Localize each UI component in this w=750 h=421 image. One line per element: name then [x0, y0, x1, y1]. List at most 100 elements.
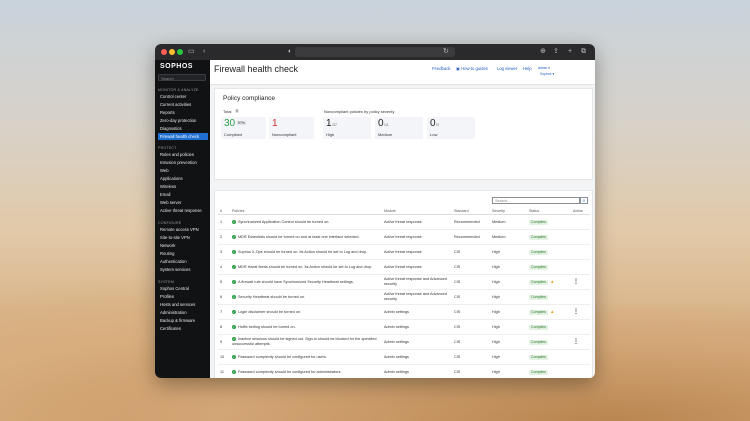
row-policy: ✓ Synchronized Application Control should… — [230, 214, 382, 230]
sidebar-heading-monitor: Monitor & Analyze — [158, 88, 199, 92]
sidebar-item-email[interactable]: Email — [158, 191, 208, 198]
sidebar: SOPHOS Search Monitor & Analyze Control … — [155, 60, 210, 378]
sidebar-toggle-icon[interactable]: ▭ — [188, 47, 195, 57]
row-standard: CIS — [452, 304, 490, 320]
row-policy: ✓ MDR threat feeds should be turned on. I… — [230, 259, 382, 275]
sidebar-heading-configure: Configure — [158, 221, 182, 225]
sidebar-item-sophos-central[interactable]: Sophos Central — [158, 285, 208, 292]
sidebar-item-rules-and-policies[interactable]: Rules and policies — [158, 151, 208, 158]
status-badge: Complies — [529, 279, 548, 285]
policy-text[interactable]: Synchronized Application Control should … — [238, 220, 329, 224]
col-header-status[interactable]: Status — [527, 207, 571, 215]
row-number: 7 — [218, 304, 230, 320]
sidebar-item-remote-access-vpn[interactable]: Remote access VPN — [158, 226, 208, 233]
sidebar-item-firewall-health-check[interactable]: Firewall health check — [158, 133, 208, 140]
row-module: Active threat response and Advanced secu… — [382, 289, 452, 305]
sidebar-item-wireless[interactable]: Wireless — [158, 183, 208, 190]
col-header-severity[interactable]: Severity — [490, 207, 527, 215]
row-status: Complies — [527, 229, 571, 245]
policy-text[interactable]: MDR Essentials should be turned on and a… — [238, 235, 360, 239]
reload-icon[interactable]: ↻ — [443, 47, 449, 57]
status-badge: Complies — [529, 219, 548, 225]
policy-text[interactable]: A firewall rule should have Synchronized… — [238, 280, 354, 284]
row-module: Active threat response and Advanced secu… — [382, 274, 452, 290]
help-link[interactable]: Help — [523, 66, 532, 71]
sidebar-item-current-activities[interactable]: Current activities — [158, 101, 208, 108]
table-row: 9 ✓ Inactive sessions should be signed out… — [218, 334, 590, 350]
sidebar-item-control-center[interactable]: Control center — [158, 93, 208, 100]
row-severity: High — [490, 364, 527, 378]
sidebar-item-administration[interactable]: Administration — [158, 309, 208, 316]
row-module: Active threat response — [382, 229, 452, 245]
sidebar-item-certificates[interactable]: Certificates — [158, 325, 208, 332]
browser-titlebar: ▭ ‹ ◐ ↻ ⊕ ⇪ + ⧉ — [155, 44, 595, 60]
sidebar-item-profiles[interactable]: Profiles — [158, 293, 208, 300]
col-header-policies[interactable]: Policies — [230, 207, 382, 215]
sidebar-item-network[interactable]: Network — [158, 242, 208, 249]
sidebar-item-intrusion-prevention[interactable]: Intrusion prevention — [158, 159, 208, 166]
check-icon: ✓ — [232, 264, 236, 269]
col-header-module[interactable]: Module — [382, 207, 452, 215]
row-number: 6 — [218, 289, 230, 305]
row-severity: High — [490, 259, 527, 275]
sidebar-item-system-services[interactable]: System services — [158, 266, 208, 273]
more-options-icon[interactable]: ⋮ — [573, 279, 579, 285]
sidebar-item-diagnostics[interactable]: Diagnostics — [158, 125, 208, 132]
tabs-overview-icon[interactable]: ⧉ — [581, 47, 586, 57]
row-status: Complies — [527, 364, 571, 378]
download-icon[interactable]: ⊕ — [540, 47, 546, 57]
search-icon[interactable]: ⌕ — [580, 197, 588, 204]
sidebar-item-backup-firmware[interactable]: Backup & firmware — [158, 317, 208, 324]
log-viewer-link[interactable]: Log viewer — [497, 66, 517, 71]
sidebar-item-reports[interactable]: Reports — [158, 109, 208, 116]
shield-icon[interactable]: ◐ — [288, 47, 292, 57]
sidebar-item-routing[interactable]: Routing — [158, 250, 208, 257]
policy-text[interactable]: Inactive sessions should be signed out. … — [232, 337, 376, 346]
admin-menu[interactable]: admin ▾ — [538, 66, 550, 70]
sidebar-item-web[interactable]: Web — [158, 167, 208, 174]
sidebar-item-active-threat-response[interactable]: Active threat response — [158, 207, 208, 214]
policy-text[interactable]: MDR threat feeds should be turned on. It… — [238, 265, 372, 269]
policy-text[interactable]: Security Heartbeat should be turned on. — [238, 295, 305, 299]
policy-text[interactable]: Login disclaimer should be turned on. — [238, 310, 301, 314]
row-number: 5 — [218, 274, 230, 290]
sidebar-item-web-server[interactable]: Web server — [158, 199, 208, 206]
address-bar[interactable] — [295, 47, 455, 57]
col-header-standard[interactable]: Standard — [452, 207, 490, 215]
close-window-button[interactable] — [161, 49, 167, 55]
sidebar-search-input[interactable]: Search — [158, 74, 206, 81]
sidebar-item-site-to-site-vpn[interactable]: Site-to-site VPN — [158, 234, 208, 241]
share-icon[interactable]: ⇪ — [553, 47, 559, 57]
feedback-link[interactable]: Feedback — [432, 66, 450, 71]
policy-search-input[interactable]: Search... — [492, 197, 580, 204]
row-severity: High — [490, 289, 527, 305]
new-tab-icon[interactable]: + — [568, 47, 572, 57]
sidebar-item-applications[interactable]: Applications — [158, 175, 208, 182]
sidebar-item-authentication[interactable]: Authentication — [158, 258, 208, 265]
sidebar-item-hosts-and-services[interactable]: Hosts and services — [158, 301, 208, 308]
check-icon: ✓ — [232, 369, 236, 374]
sophos-logo: SOPHOS — [160, 63, 193, 70]
row-policy: ✓ Security Heartbeat should be turned on. — [230, 289, 382, 305]
tenant-menu[interactable]: Sophos ▾ — [540, 72, 554, 76]
sidebar-heading-system: System — [158, 280, 174, 284]
sidebar-item-zero-day-protection[interactable]: Zero-day protection — [158, 117, 208, 124]
col-header-number: # — [218, 207, 230, 215]
policy-text[interactable]: Password complexity should be configured… — [238, 370, 341, 374]
row-module: Active threat response — [382, 259, 452, 275]
more-options-icon[interactable]: ⋮ — [573, 309, 579, 315]
back-icon[interactable]: ‹ — [203, 47, 205, 57]
status-badge: Complies — [529, 354, 548, 360]
check-icon: ✓ — [232, 279, 236, 284]
more-options-icon[interactable]: ⋮ — [573, 339, 579, 345]
table-row: 8 ✓ Hotfix setting should be turned on. Adm… — [218, 319, 590, 335]
row-policy: ✓ MDR Essentials should be turned on and … — [230, 229, 382, 245]
minimize-window-button[interactable] — [169, 49, 175, 55]
row-policy: ✓ Password complexity should be configure… — [230, 364, 382, 378]
how-to-guides-link[interactable]: ▣ How-to guides — [456, 66, 488, 71]
policy-text[interactable]: Hotfix setting should be turned on. — [238, 325, 296, 329]
policy-text[interactable]: Sophos X-Ops should be turned on. Its Ac… — [238, 250, 367, 254]
policy-text[interactable]: Password complexity should be configured… — [238, 355, 327, 359]
status-badge: Complies — [529, 339, 548, 345]
maximize-window-button[interactable] — [177, 49, 183, 55]
